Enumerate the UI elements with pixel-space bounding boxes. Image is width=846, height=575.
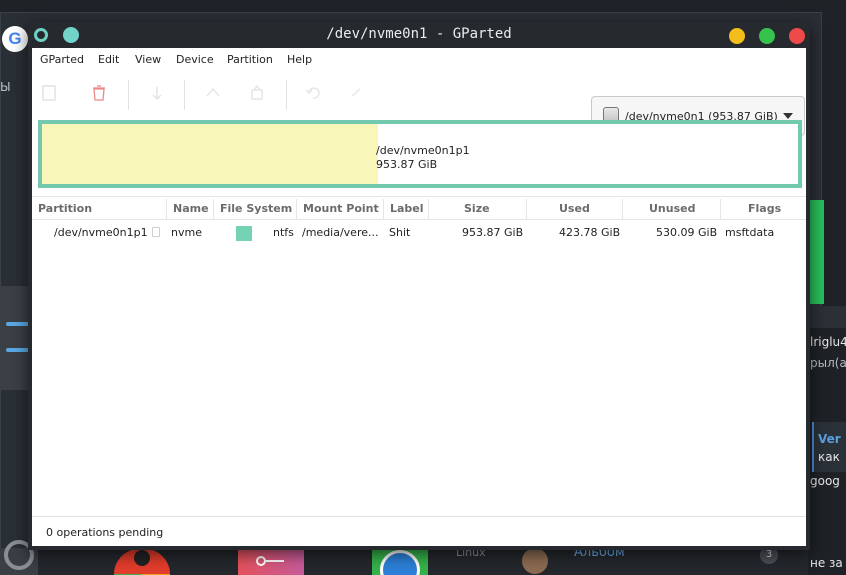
column-header-unused[interactable]: Unused (649, 202, 695, 215)
cell-name: nvme (171, 226, 202, 239)
key-app-icon[interactable] (238, 548, 304, 575)
menu-view[interactable]: View (135, 53, 161, 66)
close-button[interactable] (789, 28, 805, 44)
column-divider (428, 199, 429, 219)
window-client-area: GParted Edit View Device Partition Help (32, 48, 806, 546)
partition-visual-size: 953.87 GiB (376, 158, 438, 171)
filesystem-color-swatch (236, 226, 252, 241)
partition-visual-label: /dev/nvme0n1p1 953.87 GiB (376, 144, 470, 172)
cell-partition: /dev/nvme0n1p1 (54, 226, 148, 239)
window-title: /dev/nvme0n1 - GParted (326, 26, 512, 42)
toolbar-separator (128, 80, 129, 110)
dropdown-arrow-icon (783, 113, 793, 119)
column-divider (720, 199, 721, 219)
delete-partition-icon[interactable] (88, 82, 110, 104)
panel-bar-icon (6, 322, 30, 326)
background-text: Ы (0, 80, 11, 94)
paste-icon[interactable] (246, 82, 268, 104)
chat-line: не за (810, 556, 843, 570)
lock-icon (152, 227, 160, 237)
toolbar: /dev/nvme0n1 (953.87 GiB) (32, 70, 806, 136)
operations-pending-text: 0 operations pending (46, 526, 164, 539)
partition-table: Partition Name File System Mount Point L… (32, 196, 806, 244)
background-chat-panel: lriglu4 рыл(а) Ver как goog не за (808, 306, 846, 575)
apply-icon[interactable] (346, 82, 368, 104)
cell-label: Shit (389, 226, 411, 239)
partition-visual-name: /dev/nvme0n1p1 (376, 144, 470, 157)
column-divider (526, 199, 527, 219)
column-header-mountpoint[interactable]: Mount Point (303, 202, 379, 215)
column-header-partition[interactable]: Partition (38, 202, 92, 215)
gparted-window: /dev/nvme0n1 - GParted GParted Edit View… (28, 22, 810, 550)
menu-device[interactable]: Device (176, 53, 214, 66)
column-header-name[interactable]: Name (173, 202, 209, 215)
chat-header (808, 306, 846, 328)
google-icon[interactable]: G (2, 26, 28, 52)
cell-used: 423.78 GiB (559, 226, 621, 239)
cell-filesystem: ntfs (273, 226, 294, 239)
maximize-button[interactable] (759, 28, 775, 44)
chat-quote-text: как (818, 450, 840, 464)
column-header-filesystem[interactable]: File System (220, 202, 292, 215)
column-header-used[interactable]: Used (559, 202, 590, 215)
undo-icon[interactable] (302, 82, 324, 104)
menu-bar: GParted Edit View Device Partition Help (32, 48, 806, 70)
avatar (520, 548, 550, 575)
menu-edit[interactable]: Edit (98, 53, 119, 66)
copy-icon[interactable] (202, 82, 224, 104)
cell-flags: msftdata (725, 226, 775, 239)
column-divider (213, 199, 214, 219)
column-header-size[interactable]: Size (464, 202, 490, 215)
column-divider (166, 199, 167, 219)
table-row[interactable]: /dev/nvme0n1p1 nvme ntfs /media/vere... … (32, 220, 806, 244)
cell-size: 953.87 GiB (462, 226, 524, 239)
taskbar-app-icon[interactable] (0, 540, 38, 575)
column-divider (383, 199, 384, 219)
chat-quote: Ver как (812, 422, 846, 472)
new-partition-icon[interactable] (38, 82, 60, 104)
cell-mountpoint: /media/vere... (302, 226, 379, 239)
partition-used-bar (42, 124, 378, 184)
chat-line: lriglu4 (810, 335, 846, 349)
toolbar-separator (184, 80, 185, 110)
clock-app-icon[interactable] (372, 548, 428, 575)
chat-line: goog (810, 474, 840, 488)
menu-help[interactable]: Help (287, 53, 312, 66)
cell-unused: 530.09 GiB (656, 226, 718, 239)
title-bar[interactable]: /dev/nvme0n1 - GParted (28, 22, 810, 48)
status-bar: 0 operations pending (32, 516, 806, 546)
menu-partition[interactable]: Partition (227, 53, 273, 66)
gauge-icon[interactable] (114, 548, 170, 575)
background-green-strip (810, 200, 824, 304)
table-header: Partition Name File System Mount Point L… (32, 196, 806, 220)
column-header-label[interactable]: Label (390, 202, 424, 215)
menu-gparted[interactable]: GParted (40, 53, 84, 66)
column-divider (622, 199, 623, 219)
background-side-panel (0, 286, 30, 390)
column-header-flags[interactable]: Flags (748, 202, 781, 215)
chat-line: рыл(а) (810, 356, 846, 370)
column-divider (296, 199, 297, 219)
minimize-button[interactable] (729, 28, 745, 44)
disk-visual-map[interactable]: /dev/nvme0n1p1 953.87 GiB (38, 120, 802, 188)
chat-quote-name: Ver (818, 432, 841, 446)
panel-bar-icon (6, 348, 30, 352)
toolbar-separator (286, 80, 287, 110)
resize-move-icon[interactable] (146, 82, 168, 104)
